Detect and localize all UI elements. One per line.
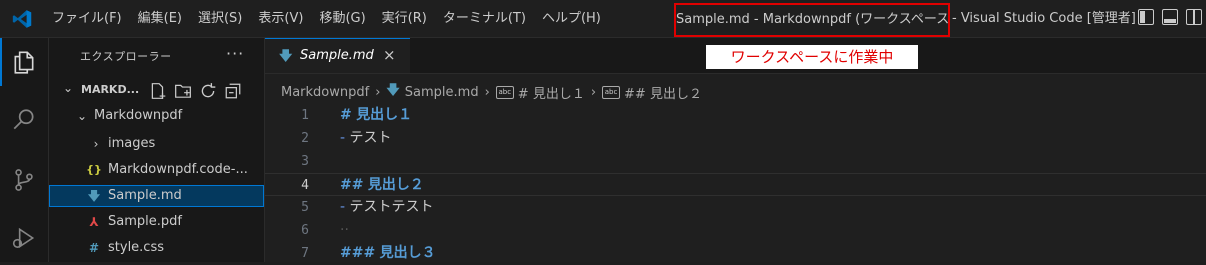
breadcrumb-heading-2[interactable]: ## 見出し２ <box>624 83 702 102</box>
collapse-all-icon[interactable] <box>224 82 242 100</box>
markdown-icon: 🡇 <box>87 189 101 203</box>
symbol-string-icon: abc <box>602 85 621 99</box>
list-text: テスト <box>349 130 392 146</box>
heading-marker: ## <box>340 177 364 193</box>
heading-text: 見出し２ <box>367 177 424 193</box>
run-debug-icon <box>12 227 35 249</box>
vscode-logo-icon <box>12 10 32 28</box>
tree-label: images <box>108 136 156 151</box>
tree-label: style.css <box>108 240 164 255</box>
title-bar: ファイル(F) 編集(E) 選択(S) 表示(V) 移動(G) 実行(R) ター… <box>0 0 1206 38</box>
heading-text: 見出し１ <box>356 107 413 123</box>
workspace-section-label: MARKD... <box>81 83 140 96</box>
sidebar-title: エクスプローラー <box>80 50 172 63</box>
search-activity[interactable] <box>0 96 48 144</box>
chevron-right-icon: › <box>590 84 597 100</box>
tree-file-sample-md[interactable]: 🡇 Sample.md <box>49 185 264 207</box>
chevron-right-icon: › <box>93 137 99 151</box>
menu-bar: ファイル(F) 編集(E) 選択(S) 表示(V) 移動(G) 実行(R) ター… <box>52 10 609 28</box>
tab-label: Sample.md <box>300 48 374 63</box>
code-line-current[interactable]: 4 ## 見出し２ <box>265 173 1206 196</box>
toggle-primary-sidebar-icon[interactable] <box>1138 9 1154 25</box>
new-file-icon[interactable] <box>149 82 167 100</box>
tree-file-sample-pdf[interactable]: ⅄ Sample.pdf <box>49 211 264 233</box>
toggle-secondary-sidebar-icon[interactable] <box>1186 9 1202 25</box>
chevron-right-icon: › <box>375 84 381 100</box>
symbol-string-icon: abc <box>495 85 514 99</box>
menu-selection[interactable]: 選択(S) <box>190 10 250 28</box>
search-icon <box>13 109 34 130</box>
toggle-panel-icon[interactable] <box>1162 9 1178 25</box>
new-folder-icon[interactable] <box>174 82 192 100</box>
window-title-app: - Visual Studio Code [管理者] <box>952 11 1136 26</box>
annotation-callout: ワークスペースに作業中 <box>706 45 918 69</box>
source-control-activity[interactable] <box>0 156 48 204</box>
chevron-down-icon: ⌄ <box>62 81 74 95</box>
editor-area: 🡇 Sample.md × ワークスペースに作業中 Markdownpdf › … <box>265 38 1206 262</box>
whitespace-marker: ·· <box>340 222 349 238</box>
tree-file-workspace[interactable]: {} Markdownpdf.code-... <box>49 159 264 181</box>
files-icon <box>14 51 34 74</box>
line-number: 4 <box>301 178 309 193</box>
heading-text: 見出し３ <box>379 245 436 261</box>
menu-terminal[interactable]: ターミナル(T) <box>435 10 534 28</box>
tree-label: Markdownpdf <box>94 108 183 123</box>
heading-marker: # <box>340 107 352 123</box>
line-number: 5 <box>301 200 309 215</box>
source-control-icon <box>15 169 33 191</box>
code-line[interactable]: 5 - テストテスト <box>265 196 1206 219</box>
tree-folder-markdownpdf[interactable]: ⌄ Markdownpdf <box>49 105 264 127</box>
explorer-actions <box>149 82 242 100</box>
code-line[interactable]: 6 ·· <box>265 219 1206 242</box>
tree-label: Sample.md <box>108 188 182 203</box>
line-number: 2 <box>301 131 309 146</box>
explorer-sidebar: エクスプローラー ··· ⌄ MARKD... ⌄ Markdownpdf › … <box>49 38 265 262</box>
json-braces-icon: {} <box>86 163 102 176</box>
layout-controls <box>1138 9 1202 25</box>
css-hash-icon: # <box>88 241 100 255</box>
code-line[interactable]: 1 # 見出し１ <box>265 104 1206 127</box>
explorer-activity[interactable] <box>0 38 48 86</box>
line-number: 1 <box>301 108 309 123</box>
menu-view[interactable]: 表示(V) <box>250 10 311 28</box>
code-line[interactable]: 3 <box>265 150 1206 173</box>
chevron-down-icon: ⌄ <box>76 109 88 123</box>
more-actions-icon[interactable]: ··· <box>226 44 244 63</box>
pdf-icon: ⅄ <box>89 215 99 229</box>
list-marker: - <box>340 199 346 215</box>
tree-label: Markdownpdf.code-... <box>108 162 248 177</box>
window-title-highlighted: Sample.md - Markdownpdf (ワークスペース) <box>674 3 950 37</box>
breadcrumb-file[interactable]: Sample.md <box>405 85 479 100</box>
close-icon[interactable]: × <box>383 46 396 64</box>
workspace-section-header[interactable]: ⌄ MARKD... <box>49 78 264 104</box>
line-number: 3 <box>301 154 309 169</box>
menu-file[interactable]: ファイル(F) <box>52 10 130 28</box>
tree-file-style-css[interactable]: # style.css <box>49 237 264 259</box>
markdown-icon: 🡇 <box>386 83 400 98</box>
list-marker: - <box>340 130 346 146</box>
breadcrumb-heading-1[interactable]: # 見出し１ <box>518 83 585 102</box>
refresh-icon[interactable] <box>199 82 217 100</box>
code-line[interactable]: 2 - テスト <box>265 127 1206 150</box>
breadcrumb: Markdownpdf › 🡇 Sample.md › abc # 見出し１ ›… <box>281 81 702 103</box>
list-text: テストテスト <box>349 199 434 215</box>
menu-go[interactable]: 移動(G) <box>311 10 373 28</box>
run-debug-activity[interactable] <box>0 214 48 262</box>
heading-marker: ### <box>340 245 376 261</box>
menu-edit[interactable]: 編集(E) <box>130 10 190 28</box>
tab-bar: 🡇 Sample.md × ワークスペースに作業中 <box>265 38 1206 74</box>
line-number: 6 <box>301 223 309 238</box>
menu-run[interactable]: 実行(R) <box>374 10 435 28</box>
tab-sample-md[interactable]: 🡇 Sample.md × <box>265 38 410 73</box>
tree-label: Sample.pdf <box>108 214 182 229</box>
breadcrumb-folder[interactable]: Markdownpdf <box>281 85 369 100</box>
menu-help[interactable]: ヘルプ(H) <box>534 10 609 28</box>
markdown-icon: 🡇 <box>279 49 293 64</box>
tree-folder-images[interactable]: › images <box>49 133 264 155</box>
chevron-right-icon: › <box>484 84 490 100</box>
activity-bar <box>0 38 49 262</box>
